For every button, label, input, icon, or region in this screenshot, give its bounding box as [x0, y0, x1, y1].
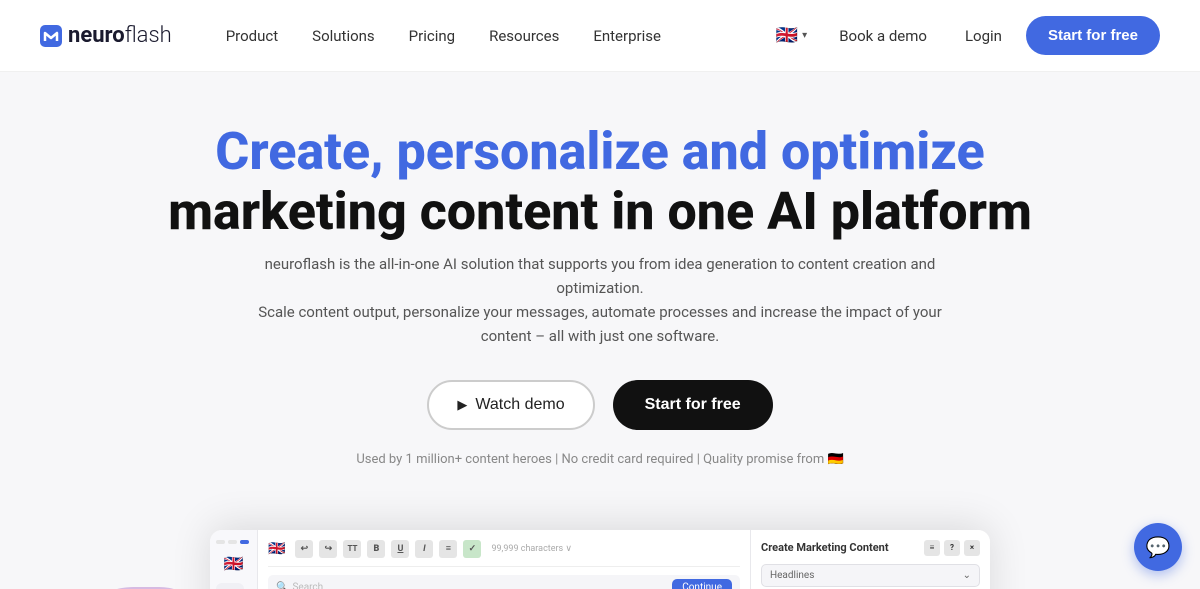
logo[interactable]: neuroflash [40, 23, 172, 48]
start-free-nav-button[interactable]: Start for free [1026, 16, 1160, 55]
hero-title: Create, personalize and optimize marketi… [20, 122, 1180, 242]
play-icon: ▶ [457, 397, 467, 413]
nav-item-product[interactable]: Product [212, 19, 292, 53]
chat-icon: 💬 [1146, 535, 1171, 559]
cta-buttons: ▶ Watch demo Start for free [20, 380, 1180, 430]
navigation: neuroflash Product Solutions Pricing Res… [0, 0, 1200, 72]
screenshot-area: 🇬🇧 🇬🇧 ↩ ↪ TT B U [20, 497, 1180, 589]
mock-redo-btn: ↪ [319, 540, 337, 558]
mock-italic-btn: I [415, 540, 433, 558]
mock-main-content: 🇬🇧 ↩ ↪ TT B U I ≡ ✓ 99,999 characters ∨ … [258, 530, 750, 589]
login-link[interactable]: Login [951, 19, 1016, 53]
mock-undo-btn: ↩ [295, 540, 313, 558]
watch-demo-button[interactable]: ▶ Watch demo [427, 380, 594, 430]
book-demo-link[interactable]: Book a demo [825, 19, 941, 53]
mock-panel-header: Create Marketing Content ≡ ? × [761, 540, 980, 556]
logo-text: neuroflash [68, 23, 172, 48]
trust-text: Used by 1 million+ content heroes | No c… [20, 452, 1180, 467]
chevron-down-icon: ▾ [802, 30, 807, 41]
mock-link-btn: ✓ [463, 540, 481, 558]
mock-right-panel: Create Marketing Content ≡ ? × Headlines… [750, 530, 990, 589]
logo-icon [40, 25, 62, 47]
mock-underline-btn: U [391, 540, 409, 558]
mock-panel-icon-1: ≡ [924, 540, 940, 556]
chat-support-bubble[interactable]: 💬 [1134, 523, 1182, 571]
mock-format-btn: ≡ [439, 540, 457, 558]
mock-continue-btn: Continue [672, 579, 732, 589]
hero-start-free-button[interactable]: Start for free [613, 380, 773, 430]
mock-toolbar: 🇬🇧 ↩ ↪ TT B U I ≡ ✓ 99,999 characters ∨ [268, 540, 740, 567]
mock-bold-btn: B [367, 540, 385, 558]
mock-panel-close-btn: × [964, 540, 980, 556]
mock-toolbar-flag: 🇬🇧 [268, 541, 285, 557]
mock-panel-actions: ≡ ? × [924, 540, 980, 556]
nav-links: Product Solutions Pricing Resources Ente… [212, 19, 768, 53]
mock-search-bar: 🔍 Search Continue [268, 575, 740, 589]
mock-tt-btn: TT [343, 540, 361, 558]
mock-search-placeholder: Search [292, 582, 323, 589]
mock-app-window: 🇬🇧 🇬🇧 ↩ ↪ TT B U [210, 530, 990, 589]
nav-item-solutions[interactable]: Solutions [298, 19, 389, 53]
nav-right: 🇬🇧 ▾ Book a demo Login Start for free [768, 16, 1160, 55]
language-selector[interactable]: 🇬🇧 ▾ [768, 19, 815, 52]
hero-section: Create, personalize and optimize marketi… [0, 72, 1200, 589]
nav-item-pricing[interactable]: Pricing [395, 19, 469, 53]
nav-item-enterprise[interactable]: Enterprise [579, 19, 675, 53]
nav-item-resources[interactable]: Resources [475, 19, 573, 53]
mock-search-icon: 🔍 [276, 582, 288, 589]
hero-subtitle: neuroflash is the all-in-one AI solution… [250, 252, 950, 348]
sidebar-flag-icon: 🇬🇧 [216, 554, 251, 573]
mock-panel-icon-2: ? [944, 540, 960, 556]
mock-sidebar: 🇬🇧 [210, 530, 258, 589]
mock-char-count: 99,999 characters ∨ [491, 544, 572, 554]
mock-headlines-select: Headlines ⌄ [761, 564, 980, 587]
flag-icon: 🇬🇧 [776, 25, 798, 46]
